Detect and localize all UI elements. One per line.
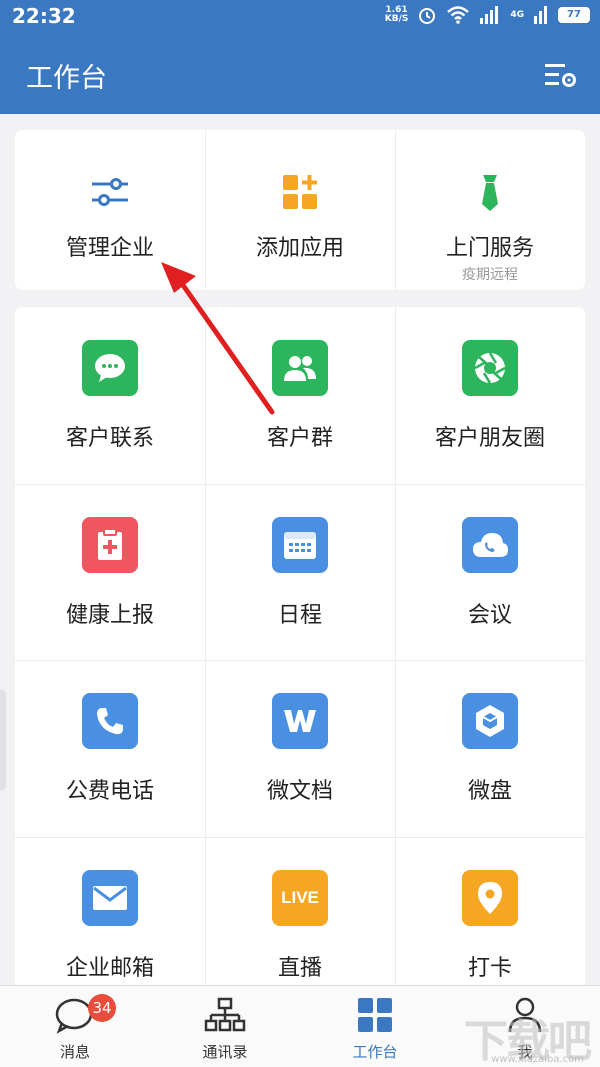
watermark-url: www.xiazaiba.com [491,1054,584,1065]
app-label: 直播 [277,956,322,981]
app-label: 微文档 [266,779,333,804]
network-type: 4G [510,10,524,20]
alarm-icon [419,8,436,24]
app-customer-moments[interactable]: 客户朋友圈 [395,307,585,484]
app-drive[interactable]: 微盘 [395,660,585,837]
live-icon: LIVE [272,870,328,926]
word-doc-icon [272,693,328,749]
status-time: 22:32 [12,4,76,28]
app-public-phone[interactable]: 公费电话 [15,660,205,837]
onsite-service-button[interactable]: 上门服务 疫期远程 [395,130,585,290]
app-enterprise-mail[interactable]: 企业邮箱 [15,837,205,987]
necktie-icon [482,175,498,211]
tab-messages[interactable]: 34 消息 [0,986,150,1067]
calendar-icon [272,517,328,573]
medical-clipboard-icon [82,517,138,573]
unread-badge: 34 [88,994,116,1022]
app-grid-card: 客户联系 客户群 客户朋友圈 健康上报 日程 会议 公费电话 微文档 微盘 企业… [15,307,585,987]
add-app-icon [283,175,317,209]
app-label: 公费电话 [65,779,154,804]
aperture-icon [462,340,518,396]
tab-workbench[interactable]: 工作台 [300,986,450,1067]
app-label: 企业邮箱 [65,956,154,981]
sliders-icon [92,178,128,206]
tab-label: 工作台 [352,1043,398,1061]
add-app-label: 添加应用 [255,236,344,261]
page-title: 工作台 [26,63,107,94]
grid-icon [358,998,392,1032]
cloud-phone-icon [462,517,518,573]
quick-actions-card: 管理企业 添加应用 上门服务 疫期远程 [15,130,585,290]
settings-icon[interactable] [544,60,578,90]
signal-icon-2 [534,6,547,24]
app-bar: 工作台 [0,34,600,114]
app-label: 客户联系 [65,426,154,451]
onsite-service-label: 上门服务 [445,236,534,261]
group-icon [272,340,328,396]
app-check-in[interactable]: 打卡 [395,837,585,987]
app-label: 健康上报 [65,603,154,628]
app-label: 微盘 [467,779,512,804]
app-health-report[interactable]: 健康上报 [15,484,205,660]
cube-drive-icon [462,693,518,749]
app-label: 会议 [467,603,512,628]
manage-enterprise-label: 管理企业 [65,236,154,261]
network-speed: 1.61 KB/S [384,5,409,24]
app-label: 日程 [277,603,322,628]
onsite-service-subtitle: 疫期远程 [462,267,518,283]
add-app-button[interactable]: 添加应用 [205,130,395,290]
app-schedule[interactable]: 日程 [205,484,395,660]
tab-contacts[interactable]: 通讯录 [150,986,300,1067]
tab-label: 消息 [59,1043,90,1061]
battery-indicator: 77 [558,7,590,23]
signal-icon [480,6,499,24]
app-customer-group[interactable]: 客户群 [205,307,395,484]
wifi-icon [447,6,470,24]
manage-enterprise-button[interactable]: 管理企业 [15,130,205,290]
chat-bubble-icon [82,340,138,396]
app-label: 客户群 [266,426,333,451]
org-chart-icon [204,997,246,1032]
app-label: 客户朋友圈 [434,426,545,451]
tab-label: 通讯录 [202,1043,248,1061]
app-live[interactable]: LIVE 直播 [205,837,395,987]
phone-icon [82,693,138,749]
app-customer-contact[interactable]: 客户联系 [15,307,205,484]
location-pin-icon [462,870,518,926]
edge-drag-handle[interactable] [0,690,6,790]
envelope-icon [82,870,138,926]
status-bar: 22:32 1.61 KB/S 4G 77 [0,0,600,34]
app-meeting[interactable]: 会议 [395,484,585,660]
app-label: 打卡 [467,956,512,981]
app-docs[interactable]: 微文档 [205,660,395,837]
